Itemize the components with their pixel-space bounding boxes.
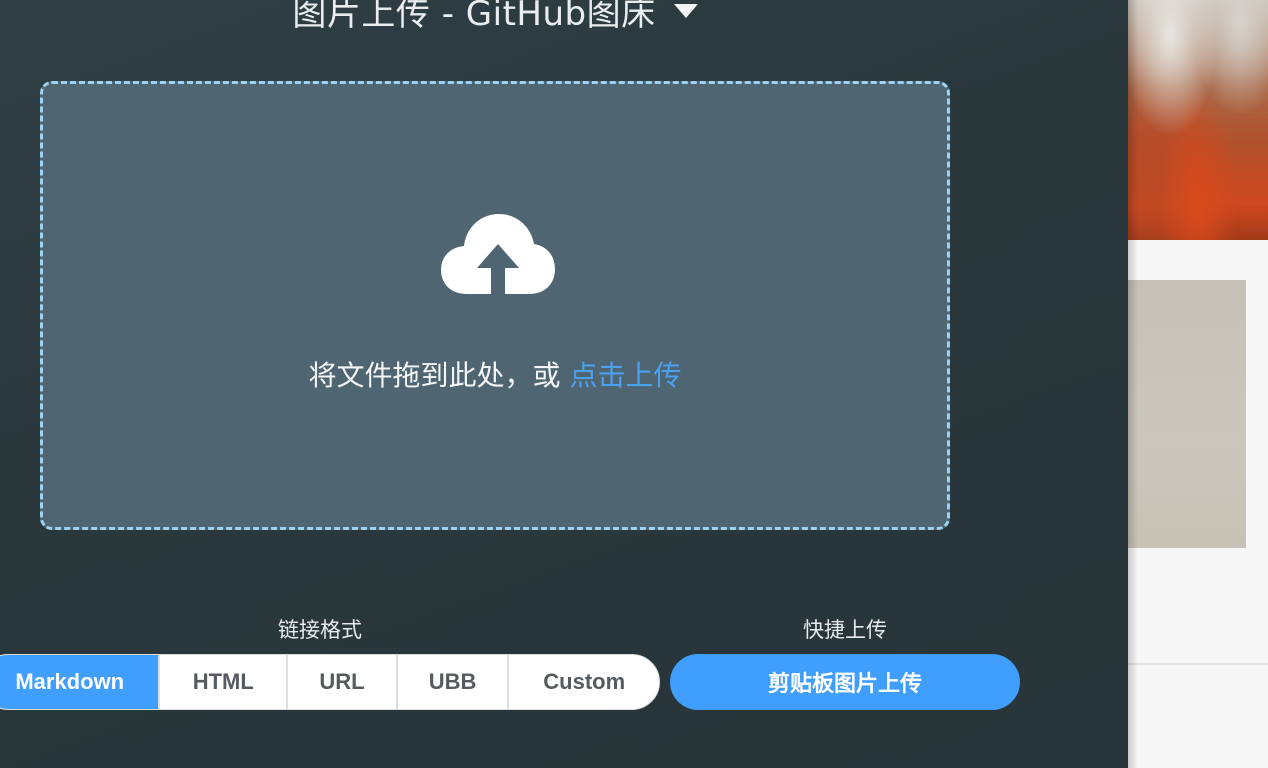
dropzone-text: 将文件拖到此处，或 [308,359,570,392]
background-window [1128,0,1268,768]
background-image-card [1128,280,1246,548]
file-dropzone[interactable]: 将文件拖到此处，或 点击上传 [40,81,950,530]
panel-shadow [1128,0,1138,768]
caret-down-icon[interactable] [673,4,698,18]
title-bar: 图片上传 - GitHub图床 [0,0,990,38]
link-format-selector: Markdown HTML URL UBB Custom [0,654,660,710]
click-upload-link[interactable]: 点击上传 [569,359,681,392]
app-window: 图片上传 - GitHub图床 将文件拖到此处，或 点击上传 链接格式 快捷上传… [0,0,1268,768]
page-title: 图片上传 - GitHub图床 [292,0,656,34]
format-ubb-button[interactable]: UBB [398,655,510,709]
format-custom-button[interactable]: Custom [509,655,659,709]
background-photo [1128,0,1268,240]
clipboard-upload-button[interactable]: 剪贴板图片上传 [670,654,1020,710]
link-format-label: 链接格式 [278,618,362,642]
upload-panel: 图片上传 - GitHub图床 将文件拖到此处，或 点击上传 链接格式 快捷上传… [0,0,1128,768]
cloud-upload-icon [441,214,555,294]
dropzone-instruction: 将文件拖到此处，或 点击上传 [43,354,947,394]
format-html-button[interactable]: HTML [160,655,289,709]
format-markdown-button[interactable]: Markdown [0,655,161,709]
format-url-button[interactable]: URL [288,655,398,709]
quick-upload-label: 快捷上传 [803,618,887,642]
divider [1128,663,1268,665]
